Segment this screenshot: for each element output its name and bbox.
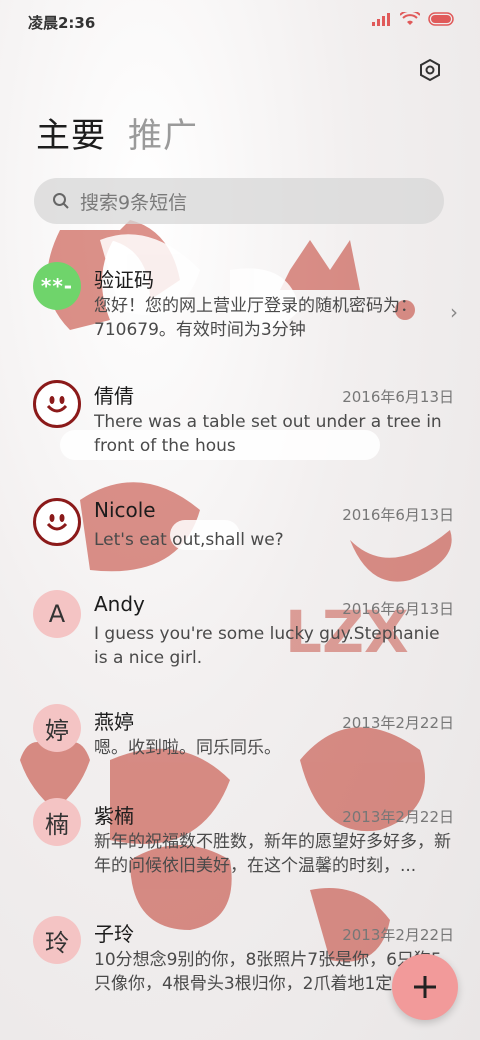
search-placeholder: 搜索9条短信 <box>80 191 188 214</box>
new-message-button[interactable] <box>392 954 458 1020</box>
conversation-item[interactable]: 楠 紫楠 2013年2月22日 新年的祝福数不胜数，新年的愿望好多好多，新年的问… <box>0 796 480 886</box>
conversation-preview: 您好！您的网上营业厅登录的随机密码为：710679。有效时间为3分钟 <box>94 296 417 340</box>
conversation-preview: Let's eat out,shall we? <box>94 530 284 550</box>
avatar: 玲 <box>33 916 81 964</box>
tab-promotions[interactable]: 推广 <box>128 108 198 157</box>
conversation-date: 2016年6月13日 <box>342 388 454 406</box>
conversation-date: 2013年2月22日 <box>342 808 454 826</box>
conversation-name: Andy <box>94 592 145 616</box>
status-icons <box>372 12 456 26</box>
conversation-preview: There was a table set out under a tree i… <box>94 412 442 456</box>
avatar: **- <box>33 262 81 310</box>
conversation-name: Nicole <box>94 498 156 522</box>
conversation-item[interactable]: 婷 燕婷 2013年2月22日 嗯。收到啦。同乐同乐。 <box>0 702 480 772</box>
search-bar[interactable]: 搜索9条短信 <box>34 178 444 224</box>
status-time: 凌晨2:36 <box>28 14 96 32</box>
conversation-date: 2016年6月13日 <box>342 600 454 618</box>
wifi-icon <box>400 12 420 25</box>
status-bar: 凌晨2:36 <box>0 0 480 46</box>
tab-bar: 主要 推广 <box>36 108 198 157</box>
smiley-icon <box>46 396 68 413</box>
signal-icon <box>372 13 390 26</box>
conversation-item[interactable]: A Andy 2016年6月13日 I guess you're some lu… <box>0 588 480 678</box>
conversation-preview: I guess you're some lucky guy.Stephanie … <box>94 624 440 668</box>
conversation-item[interactable]: 倩倩 2016年6月13日 There was a table set out … <box>0 376 480 466</box>
conversation-preview: 嗯。收到啦。同乐同乐。 <box>94 738 281 758</box>
conversation-name: 燕婷 <box>94 710 134 734</box>
conversation-name: 验证码 <box>94 268 154 292</box>
conversation-date: 2013年2月22日 <box>342 926 454 944</box>
conversation-item[interactable]: **- 验证码 您好！您的网上营业厅登录的随机密码为：710679。有效时间为3… <box>0 260 480 360</box>
avatar <box>33 498 81 546</box>
conversation-date: 2013年2月22日 <box>342 714 454 732</box>
settings-button[interactable] <box>416 56 444 84</box>
battery-icon <box>428 12 454 26</box>
tab-primary[interactable]: 主要 <box>36 108 106 157</box>
conversation-date: 2016年6月13日 <box>342 506 454 524</box>
avatar: 楠 <box>33 798 81 846</box>
chevron-right-icon: › <box>450 300 458 324</box>
conversation-preview: 新年的祝福数不胜数，新年的愿望好多好多，新年的问候依旧美好，在这个温馨的时刻，.… <box>94 832 451 876</box>
conversation-item[interactable]: Nicole 2016年6月13日 Let's eat out,shall we… <box>0 494 480 564</box>
conversation-name: 子玲 <box>94 922 134 946</box>
avatar: 婷 <box>33 704 81 752</box>
plus-icon <box>414 976 436 998</box>
settings-icon <box>420 58 440 82</box>
conversation-name: 紫楠 <box>94 804 134 828</box>
avatar: A <box>33 590 81 638</box>
conversation-name: 倩倩 <box>94 384 134 408</box>
search-icon <box>53 193 69 209</box>
smiley-icon <box>46 514 68 531</box>
avatar <box>33 380 81 428</box>
